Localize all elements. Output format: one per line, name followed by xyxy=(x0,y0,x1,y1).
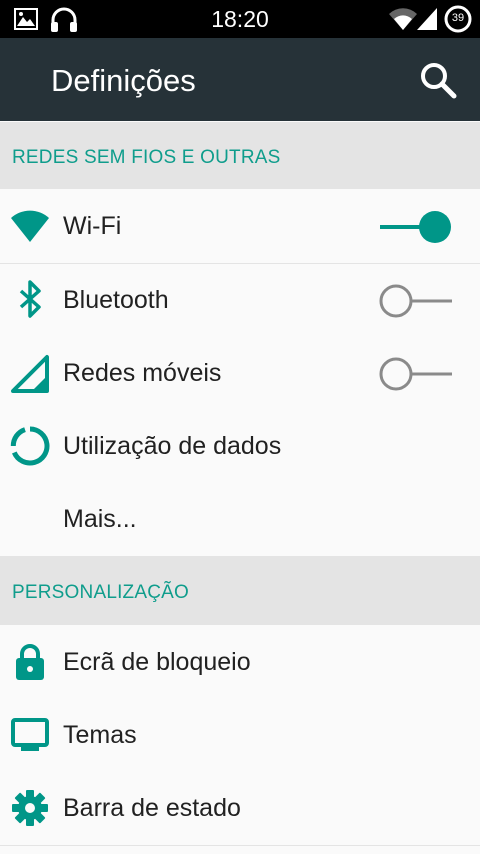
settings-item-more[interactable]: Mais... xyxy=(0,483,480,557)
lock-icon xyxy=(16,644,44,680)
settings-item-label: Temas xyxy=(63,721,137,749)
wifi-icon xyxy=(11,210,49,242)
section-header-personalization: PERSONALIZAÇÃO xyxy=(0,557,480,625)
battery-level: 39 xyxy=(451,12,465,24)
section-title: PERSONALIZAÇÃO xyxy=(12,582,190,603)
settings-item-themes[interactable]: Temas xyxy=(0,699,480,773)
app-bar: Definições xyxy=(0,38,480,121)
bluetooth-toggle[interactable] xyxy=(378,284,458,318)
bluetooth-icon xyxy=(19,280,41,318)
settings-item-label: Wi-Fi xyxy=(63,212,122,240)
section-title: REDES SEM FIOS E OUTRAS xyxy=(12,147,281,168)
settings-item-label: Utilização de dados xyxy=(63,432,282,460)
settings-item-label: Barra de estado xyxy=(63,794,241,822)
section-header-wireless: REDES SEM FIOS E OUTRAS xyxy=(0,122,480,189)
cell-signal-icon xyxy=(11,355,49,393)
cell-signal-icon xyxy=(417,8,437,30)
settings-item-label: Ecrã de bloqueio xyxy=(63,648,251,676)
wifi-toggle[interactable] xyxy=(378,210,458,244)
settings-item-data-usage[interactable]: Utilização de dados xyxy=(0,410,480,484)
settings-item-label: Mais... xyxy=(63,505,137,533)
settings-item-lock-screen[interactable]: Ecrã de bloqueio xyxy=(0,626,480,700)
wifi-signal-icon xyxy=(389,8,417,30)
data-usage-icon xyxy=(10,426,50,466)
gear-icon xyxy=(12,790,48,826)
status-bar: 18:20 39 xyxy=(0,0,480,38)
search-icon[interactable] xyxy=(418,60,458,100)
page-title: Definições xyxy=(51,63,196,98)
settings-item-label: Redes móveis xyxy=(63,359,222,387)
settings-item-label: Bluetooth xyxy=(63,286,169,314)
monitor-icon xyxy=(11,718,49,751)
settings-item-status-bar[interactable]: Barra de estado xyxy=(0,772,480,846)
mobile-networks-toggle[interactable] xyxy=(378,357,458,391)
settings-item-mobile-networks[interactable]: Redes móveis xyxy=(0,337,480,411)
settings-item-wifi[interactable]: Wi-Fi xyxy=(0,190,480,264)
settings-item-bluetooth[interactable]: Bluetooth xyxy=(0,264,480,338)
